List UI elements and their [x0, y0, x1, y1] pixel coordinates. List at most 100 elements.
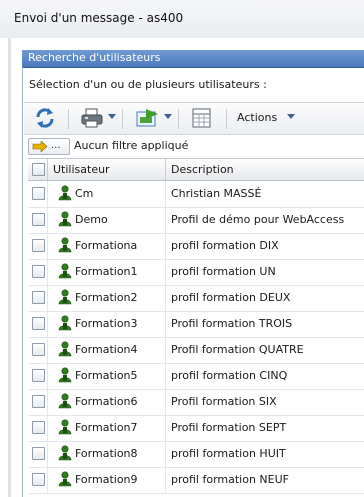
table-row[interactable]: Formation9 profil formation NEUF — [28, 467, 364, 494]
cell-separator — [165, 415, 166, 441]
export-icon[interactable] — [134, 106, 160, 131]
user-icon — [58, 211, 72, 227]
row-checkbox[interactable] — [32, 265, 45, 278]
row-checkbox[interactable] — [32, 239, 45, 252]
column-separator — [165, 159, 166, 180]
column-header-description[interactable]: Description — [171, 163, 234, 176]
row-checkbox[interactable] — [32, 291, 45, 304]
user-name[interactable]: Formation5 — [75, 369, 138, 382]
user-description: Profil formation QUATRE — [171, 343, 304, 356]
user-description: profil formation NEUF — [171, 473, 289, 486]
table-row[interactable]: Formation4 Profil formation QUATRE — [28, 337, 364, 364]
cell-separator — [47, 467, 48, 493]
user-description: Profil formation TROIS — [171, 317, 293, 330]
filter-status: Aucun filtre appliqué — [74, 139, 189, 152]
cell-separator — [47, 415, 48, 441]
table-row[interactable]: Formation8 profil formation HUIT — [28, 441, 364, 468]
user-icon — [58, 341, 72, 357]
user-icon — [58, 419, 72, 435]
export-dropdown-icon[interactable] — [164, 114, 172, 119]
user-description: profil formation UN — [171, 265, 276, 278]
row-checkbox[interactable] — [32, 395, 45, 408]
window-title: Envoi d'un message - as400 — [14, 11, 184, 25]
row-checkbox[interactable] — [32, 317, 45, 330]
printer-dropdown-icon[interactable] — [108, 114, 116, 119]
user-icon — [58, 263, 72, 279]
user-icon — [58, 367, 72, 383]
user-name[interactable]: Formationa — [75, 239, 137, 252]
window-titlebar: Envoi d'un message - as400 — [0, 0, 364, 38]
cell-separator — [47, 441, 48, 467]
actions-menu-button[interactable]: Actions — [237, 111, 277, 124]
window-frame-left — [0, 38, 8, 497]
row-checkbox[interactable] — [32, 213, 45, 226]
filter-button-ellipsis: ... — [51, 140, 61, 151]
toolbar-separator — [122, 109, 123, 129]
row-checkbox[interactable] — [32, 473, 45, 486]
table-row[interactable]: Formation7 Profil formation SEPT — [28, 415, 364, 442]
user-icon — [58, 471, 72, 487]
user-description: Profil formation SIX — [171, 395, 277, 408]
row-checkbox[interactable] — [32, 343, 45, 356]
user-name[interactable]: Formation6 — [75, 395, 138, 408]
cell-separator — [165, 259, 166, 285]
select-all-checkbox[interactable] — [32, 163, 45, 176]
user-icon — [58, 445, 72, 461]
table-row[interactable]: Formationa profil formation DIX — [28, 233, 364, 260]
user-name[interactable]: Formation9 — [75, 473, 138, 486]
toolbar: Actions — [24, 102, 364, 135]
cell-separator — [165, 363, 166, 389]
cell-separator — [47, 207, 48, 233]
column-separator — [47, 159, 48, 180]
cell-separator — [165, 337, 166, 363]
refresh-icon[interactable] — [34, 106, 58, 131]
filter-button[interactable]: ... — [28, 138, 70, 155]
user-description: Profil formation SEPT — [171, 421, 287, 434]
actions-dropdown-icon[interactable] — [287, 114, 295, 119]
user-description: profil formation DEUX — [171, 291, 291, 304]
cell-separator — [47, 259, 48, 285]
cell-separator — [47, 389, 48, 415]
row-checkbox[interactable] — [32, 447, 45, 460]
user-description: Profil de démo pour WebAccess — [171, 213, 345, 226]
user-icon — [58, 185, 72, 201]
user-name[interactable]: Formation8 — [75, 447, 138, 460]
user-name[interactable]: Formation1 — [75, 265, 138, 278]
user-icon — [58, 237, 72, 253]
user-name[interactable]: Formation4 — [75, 343, 138, 356]
cell-separator — [47, 285, 48, 311]
printer-icon[interactable] — [80, 106, 104, 131]
table-row[interactable]: Formation6 Profil formation SIX — [28, 389, 364, 416]
user-icon — [58, 393, 72, 409]
cell-separator — [47, 363, 48, 389]
row-checkbox[interactable] — [32, 187, 45, 200]
user-description: profil formation DIX — [171, 239, 279, 252]
panel-title: Recherche d'utilisateurs — [28, 51, 161, 64]
user-name[interactable]: Formation3 — [75, 317, 138, 330]
row-checkbox[interactable] — [32, 421, 45, 434]
table-row[interactable]: Cm Christian MASSÉ — [28, 181, 364, 208]
user-name[interactable]: Formation7 — [75, 421, 138, 434]
panel-header: Recherche d'utilisateurs — [22, 50, 364, 68]
table-row[interactable]: Formation3 Profil formation TROIS — [28, 311, 364, 338]
user-description: profil formation CINQ — [171, 369, 288, 382]
table-row[interactable]: Formation1 profil formation UN — [28, 259, 364, 286]
user-name[interactable]: Cm — [75, 187, 93, 200]
column-header-user[interactable]: Utilisateur — [53, 163, 110, 176]
panel-subtitle: Sélection d'un ou de plusieurs utilisate… — [29, 78, 267, 91]
table-row[interactable]: Formation5 profil formation CINQ — [28, 363, 364, 390]
table-columns-icon[interactable] — [190, 106, 214, 131]
cell-separator — [165, 467, 166, 493]
cell-separator — [165, 285, 166, 311]
panel-border — [22, 67, 23, 497]
table-header: Utilisateur Description — [28, 158, 364, 181]
toolbar-separator — [68, 109, 69, 129]
table-row[interactable]: Formation2 profil formation DEUX — [28, 285, 364, 312]
toolbar-separator — [178, 109, 179, 129]
filter-bar: ... Aucun filtre appliqué — [28, 138, 364, 155]
user-name[interactable]: Formation2 — [75, 291, 138, 304]
user-name[interactable]: Demo — [75, 213, 108, 226]
cell-separator — [165, 441, 166, 467]
row-checkbox[interactable] — [32, 369, 45, 382]
table-row[interactable]: Demo Profil de démo pour WebAccess — [28, 207, 364, 234]
